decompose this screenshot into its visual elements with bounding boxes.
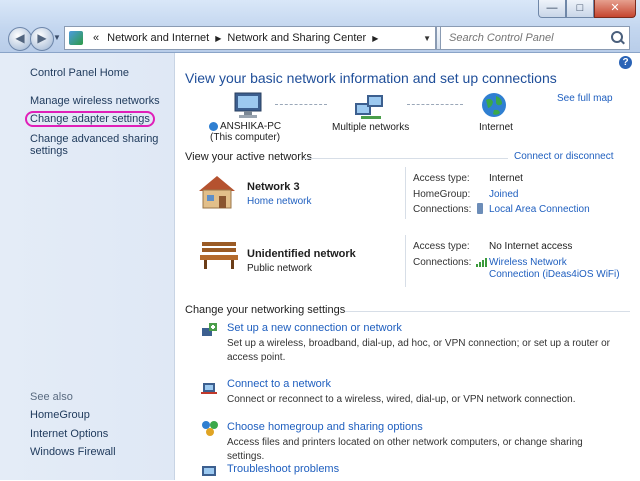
- change-settings-heading: Change your networking settings: [185, 304, 346, 316]
- map-connector: [407, 104, 463, 105]
- sidebar-item-control-panel-home[interactable]: Control Panel Home: [30, 67, 129, 79]
- window-controls: — □ ✕: [538, 0, 636, 18]
- address-dropdown-icon[interactable]: ▼: [423, 34, 431, 43]
- wireless-connection-link[interactable]: Wireless Network: [489, 257, 567, 268]
- search-icon[interactable]: [611, 31, 623, 43]
- wireless-connection-link-line2[interactable]: Connection (iDeas4iOS WiFi): [489, 269, 620, 280]
- minimize-button[interactable]: —: [538, 0, 566, 18]
- internet-globe-icon[interactable]: [480, 91, 510, 121]
- access-type-label: Access type:: [413, 241, 470, 252]
- search-box[interactable]: [440, 26, 630, 50]
- task-connect-network-desc: Connect or reconnect to a wireless, wire…: [227, 394, 576, 405]
- network-computer-icon: [209, 121, 218, 131]
- local-area-connection-link[interactable]: Local Area Connection: [489, 204, 590, 215]
- recent-pages-dropdown-icon[interactable]: ▼: [53, 33, 61, 42]
- computer-icon: [234, 92, 262, 118]
- breadcrumb-separator-icon[interactable]: ▶: [215, 34, 221, 43]
- task-homegroup-sharing-link[interactable]: Choose homegroup and sharing options: [227, 421, 423, 433]
- close-button[interactable]: ✕: [594, 0, 636, 18]
- sidebar-item-manage-wireless-networks[interactable]: Manage wireless networks: [30, 95, 160, 107]
- task-setup-connection-link[interactable]: Set up a new connection or network: [227, 322, 402, 334]
- wireless-signal-icon: [476, 258, 487, 270]
- sidebar: Control Panel Home Manage wireless netwo…: [0, 53, 175, 480]
- maximize-button[interactable]: □: [566, 0, 594, 18]
- task-connect-network-link[interactable]: Connect to a network: [227, 378, 331, 390]
- homegroup-sharing-icon[interactable]: [201, 419, 219, 437]
- back-button[interactable]: ◀: [8, 27, 32, 51]
- sidebar-item-change-advanced-sharing-settings[interactable]: Change advanced sharing: [30, 133, 158, 145]
- sidebar-item-internet-options[interactable]: Internet Options: [30, 428, 108, 440]
- see-full-map-link[interactable]: See full map: [557, 93, 613, 104]
- control-panel-icon: [69, 31, 83, 45]
- main-content: ? View your basic network information an…: [175, 53, 640, 480]
- help-icon[interactable]: ?: [619, 56, 632, 69]
- map-computer-node[interactable]: ANSHIKA-PC (This computer): [209, 121, 281, 143]
- home-network-house-icon[interactable]: [197, 173, 237, 211]
- address-overflow-chevron[interactable]: «: [93, 32, 99, 44]
- map-multiple-networks-label[interactable]: Multiple networks: [332, 122, 409, 133]
- sidebar-item-homegroup[interactable]: HomeGroup: [30, 409, 90, 421]
- sidebar-item-windows-firewall[interactable]: Windows Firewall: [30, 446, 116, 458]
- see-also-heading: See also: [30, 391, 73, 403]
- active-networks-heading: View your active networks: [185, 151, 312, 163]
- homegroup-label: HomeGroup:: [413, 189, 471, 200]
- task-homegroup-sharing-desc: Access files and printers located on oth…: [227, 437, 583, 462]
- access-type-value: No Internet access: [489, 241, 573, 252]
- breadcrumb-separator-icon[interactable]: ▶: [372, 34, 378, 43]
- network-1-type-link[interactable]: Home network: [247, 196, 311, 207]
- troubleshoot-icon[interactable]: [201, 463, 219, 481]
- connect-or-disconnect-link[interactable]: Connect or disconnect: [514, 151, 614, 162]
- access-type-value: Internet: [489, 173, 523, 184]
- map-internet-label[interactable]: Internet: [479, 122, 513, 133]
- network-1-name: Network 3: [247, 181, 300, 193]
- computer-name: ANSHIKA-PC: [220, 121, 282, 132]
- task-setup-connection-desc: Set up a wireless, broadband, dial-up, a…: [227, 338, 610, 363]
- sidebar-item-change-adapter-settings[interactable]: Change adapter settings: [25, 111, 155, 127]
- sidebar-item-change-advanced-sharing-settings-line2[interactable]: settings: [30, 145, 68, 157]
- address-bar[interactable]: « Network and Internet ▶ Network and Sha…: [64, 26, 436, 50]
- back-arrow-icon: ◀: [15, 31, 25, 45]
- connect-to-network-icon[interactable]: [201, 378, 219, 396]
- divider: [345, 311, 630, 312]
- ethernet-plug-icon: [477, 203, 483, 214]
- public-network-bench-icon[interactable]: [199, 239, 239, 271]
- breadcrumb-network-and-internet[interactable]: Network and Internet: [107, 32, 209, 44]
- task-troubleshoot-link[interactable]: Troubleshoot problems: [227, 463, 339, 475]
- homegroup-joined-link[interactable]: Joined: [489, 189, 518, 200]
- multiple-networks-icon: [355, 95, 383, 119]
- page-title: View your basic network information and …: [185, 70, 557, 86]
- network-2-name: Unidentified network: [247, 248, 356, 260]
- access-type-label: Access type:: [413, 173, 470, 184]
- connections-label: Connections:: [413, 204, 472, 215]
- network-2-type: Public network: [247, 263, 313, 274]
- window-chrome: — □ ✕ ◀ ▶ ▼ « Network and Internet ▶ Net…: [0, 0, 640, 53]
- forward-arrow-icon: ▶: [37, 31, 47, 45]
- new-connection-icon[interactable]: [201, 322, 219, 340]
- map-connector: [275, 104, 327, 105]
- computer-subtitle: (This computer): [210, 132, 281, 143]
- connections-label: Connections:: [413, 257, 472, 268]
- forward-button[interactable]: ▶: [30, 27, 54, 51]
- divider: [405, 235, 406, 287]
- divider: [303, 158, 508, 159]
- search-input[interactable]: [447, 31, 611, 45]
- divider: [405, 167, 406, 219]
- breadcrumb-network-and-sharing-center[interactable]: Network and Sharing Center: [227, 32, 366, 44]
